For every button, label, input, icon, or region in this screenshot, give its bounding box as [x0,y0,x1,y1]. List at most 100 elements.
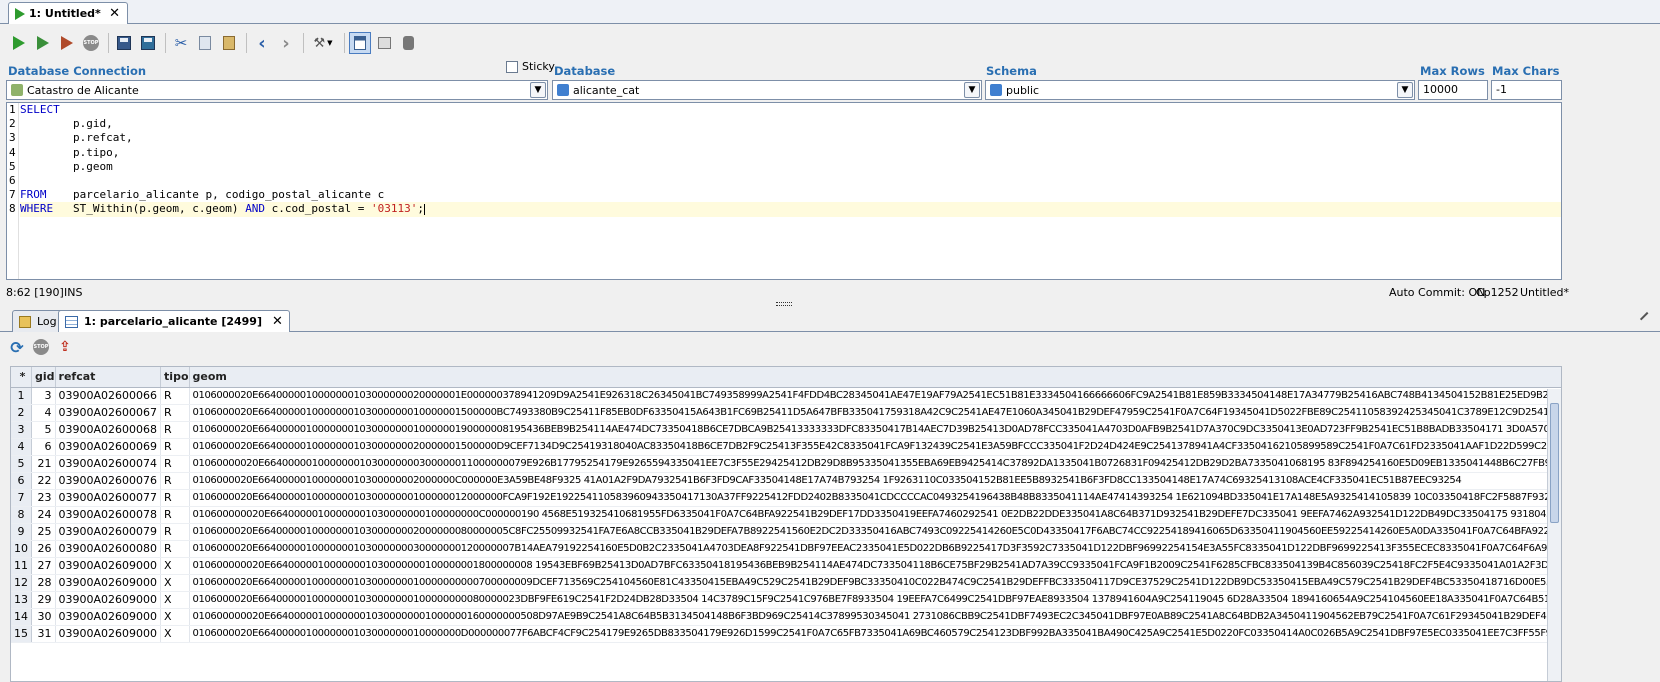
table-row[interactable]: 11 27 03900A02609000 X 010600000020E66400000… [11,557,1561,575]
row-number[interactable]: 8 [11,506,32,524]
back-button[interactable]: ‹ [251,32,273,54]
execute-button[interactable] [8,32,30,54]
results-panel-toggle[interactable] [349,32,371,54]
cell-refcat[interactable]: 03900A02600067 [55,404,162,422]
row-number[interactable]: 2 [11,404,32,422]
cell-geom[interactable]: 010600000020E664000001000000010300000001… [189,608,1561,626]
row-number[interactable]: 7 [11,489,32,507]
row-number[interactable]: 15 [11,625,32,643]
cell-tipo[interactable]: R [160,523,190,541]
cell-tipo[interactable]: X [160,591,190,609]
stop-results-button[interactable]: STOP [30,336,52,358]
cell-refcat[interactable]: 03900A02600074 [55,455,162,473]
table-row[interactable]: 13 29 03900A02609000 X 0106000020E6640000010… [11,591,1561,609]
row-number[interactable]: 4 [11,438,32,456]
cell-geom[interactable]: 0106000020E66400000100000001030000000100… [189,574,1561,592]
cell-refcat[interactable]: 03900A02600068 [55,421,162,439]
cell-geom[interactable]: 0106000020E66400000100000001030000000100… [189,625,1561,643]
results-grid[interactable]: * gid refcat tipo geom 1 3 03900A02600066 R… [10,366,1562,682]
cell-geom[interactable]: 0106000020E66400000100000001030000000100… [189,404,1561,422]
row-number[interactable]: 10 [11,540,32,558]
cell-tipo[interactable]: R [160,387,190,405]
cut-button[interactable]: ✂ [170,32,192,54]
cell-refcat[interactable]: 03900A02609000 [55,574,162,592]
sticky-checkbox[interactable]: Sticky [506,60,555,73]
cell-tipo[interactable]: R [160,404,190,422]
splitter-handle[interactable] [776,302,792,306]
cell-geom[interactable]: 0106000020E66400000100000001030000000100… [189,591,1561,609]
cell-gid[interactable]: 31 [31,625,56,643]
cell-refcat[interactable]: 03900A02609000 [55,557,162,575]
chevron-down-icon[interactable]: ▼ [1397,82,1413,98]
database-button[interactable] [397,32,419,54]
max-rows-input[interactable]: 10000 [1418,80,1488,100]
table-row[interactable]: 9 25 03900A02600079 R 0106000020E66400000100… [11,523,1561,541]
chevron-down-icon[interactable]: ▼ [530,82,546,98]
row-number[interactable]: 5 [11,455,32,473]
row-number[interactable]: 13 [11,591,32,609]
stop-button[interactable]: STOP [80,32,102,54]
cell-geom[interactable]: 0106000020E66400000100000001030000000200… [189,472,1561,490]
export-button[interactable]: ⇪ [54,336,76,358]
cell-gid[interactable]: 5 [31,421,56,439]
cell-gid[interactable]: 21 [31,455,56,473]
table-row[interactable]: 3 5 03900A02600068 R 0106000020E664000001000… [11,421,1561,439]
table-row[interactable]: 7 23 03900A02600077 R 0106000020E66400000100… [11,489,1561,507]
row-number[interactable]: 1 [11,387,32,405]
row-number[interactable]: 6 [11,472,32,490]
database-select[interactable]: alicante_cat ▼ [552,80,982,100]
cell-tipo[interactable]: R [160,540,190,558]
table-row[interactable]: 6 22 03900A02600076 R 0106000020E66400000100… [11,472,1561,490]
table-row[interactable]: 10 26 03900A02600080 R 0106000020E6640000010… [11,540,1561,558]
tab-log[interactable]: Log [12,310,64,332]
column-header-refcat[interactable]: refcat [55,367,162,388]
cell-gid[interactable]: 3 [31,387,56,405]
cell-gid[interactable]: 25 [31,523,56,541]
chevron-down-icon[interactable]: ▼ [964,82,980,98]
tab-untitled[interactable]: 1: Untitled* ✕ [8,2,128,24]
table-row[interactable]: 5 21 03900A02600074 R 01060000020E6640000010… [11,455,1561,473]
cell-geom[interactable]: 0106000020E66400000100000001030000000200… [189,523,1561,541]
table-row[interactable]: 14 30 03900A02609000 X 010600000020E66400000… [11,608,1561,626]
row-number[interactable]: 11 [11,557,32,575]
execute-step-button[interactable] [32,32,54,54]
db-connection-select[interactable]: Catastro de Alicante ▼ [6,80,548,100]
cell-refcat[interactable]: 03900A02600066 [55,387,162,405]
cell-tipo[interactable]: R [160,438,190,456]
cell-gid[interactable]: 4 [31,404,56,422]
cell-gid[interactable]: 24 [31,506,56,524]
sql-editor[interactable]: 1 2 3 4 5 6 7 8 SELECT p.gid, p.refcat, … [6,102,1562,280]
cell-geom[interactable]: 0106000020E66400000100000001030000000200… [189,438,1561,456]
close-icon[interactable]: ✕ [109,6,120,21]
split-button[interactable] [373,32,395,54]
execute-explain-button[interactable] [56,32,78,54]
cell-tipo[interactable]: R [160,421,190,439]
cell-gid[interactable]: 27 [31,557,56,575]
cell-gid[interactable]: 23 [31,489,56,507]
cell-gid[interactable]: 22 [31,472,56,490]
cell-tipo[interactable]: R [160,489,190,507]
tools-button[interactable]: ⚒ ▼ [308,32,338,54]
cell-refcat[interactable]: 03900A02600078 [55,506,162,524]
cell-geom[interactable]: 010600000020E664000001000000010300000001… [189,506,1561,524]
cell-geom[interactable]: 0106000020E66400000100000001030000000200… [189,387,1561,405]
column-header-tipo[interactable]: tipo [160,367,190,388]
row-number[interactable]: 12 [11,574,32,592]
cell-gid[interactable]: 6 [31,438,56,456]
save-as-button[interactable] [137,32,159,54]
schema-select[interactable]: public ▼ [985,80,1415,100]
table-row[interactable]: 8 24 03900A02600078 R 010600000020E664000001… [11,506,1561,524]
scrollbar-thumb[interactable] [1550,403,1559,523]
column-header-rownum[interactable]: * [11,367,32,388]
cell-refcat[interactable]: 03900A02600076 [55,472,162,490]
cell-refcat[interactable]: 03900A02609000 [55,591,162,609]
cell-geom[interactable]: 0106000020E66400000100000001030000000100… [189,421,1561,439]
cell-geom[interactable]: 01060000020E6640000010000000103000000030… [189,455,1561,473]
cell-geom[interactable]: 010600000020E664000001000000010300000001… [189,557,1561,575]
table-row[interactable]: 15 31 03900A02609000 X 0106000020E6640000010… [11,625,1561,643]
cell-refcat[interactable]: 03900A02600080 [55,540,162,558]
row-number[interactable]: 14 [11,608,32,626]
cell-tipo[interactable]: X [160,574,190,592]
table-row[interactable]: 1 3 03900A02600066 R 0106000020E664000001000… [11,387,1561,405]
cell-tipo[interactable]: R [160,472,190,490]
